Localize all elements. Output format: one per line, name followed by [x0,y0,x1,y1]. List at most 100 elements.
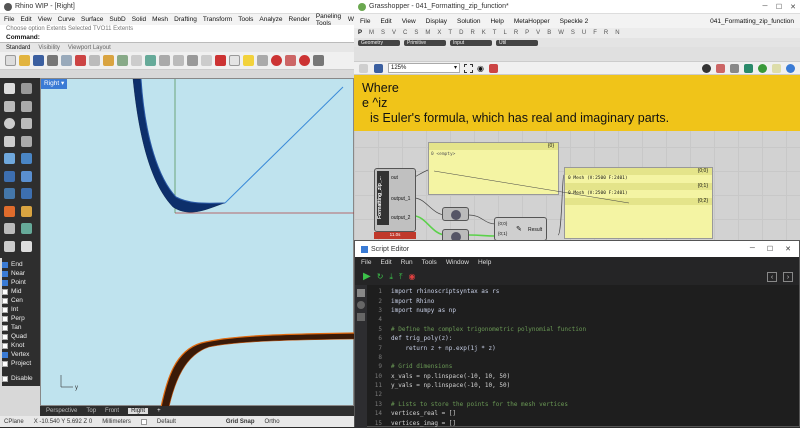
component-tab-11[interactable]: K [482,30,486,36]
output-1[interactable]: output_1 [391,196,410,202]
osnap-item-point[interactable]: Point [2,278,40,287]
menu-item-view[interactable]: View [38,16,52,23]
curve-icon[interactable] [4,153,15,164]
checkbox-checked-icon[interactable] [2,279,8,286]
move-icon[interactable] [4,223,15,234]
menu-item-solid[interactable]: Solid [132,16,146,23]
preview-mesh-icon[interactable] [716,63,725,73]
sphere-icon[interactable] [299,55,310,66]
menu-item-file[interactable]: File [4,16,14,23]
sketch-icon[interactable] [488,63,498,73]
copy-icon[interactable] [89,55,100,66]
osnap-item-tan[interactable]: Tan [2,323,40,332]
checkbox-icon[interactable] [2,333,8,340]
save-file-icon[interactable] [374,63,383,73]
python-script-component[interactable]: Formatting_zip_... out output_1 output_2 [374,168,416,232]
gh-menu-item-edit[interactable]: Edit [380,18,391,25]
checkbox-icon[interactable] [2,306,8,313]
checkbox-icon[interactable] [2,297,8,304]
rotate-view-icon[interactable] [145,55,156,66]
close-icon[interactable]: ✕ [785,245,791,253]
line-icon[interactable] [4,100,15,112]
boolean-icon[interactable] [21,188,32,199]
arc-icon[interactable] [21,118,32,129]
add-viewport-icon[interactable]: + [157,408,161,414]
print-icon[interactable] [47,55,58,66]
mesh-icon[interactable] [4,188,15,199]
component-tab-21[interactable]: F [593,30,597,36]
gumball-icon[interactable] [21,223,32,234]
component-tab-5[interactable]: S [414,30,418,36]
cut-icon[interactable] [75,55,86,66]
component-tab-20[interactable]: U [582,30,586,36]
checkbox-icon[interactable] [2,360,8,367]
output-2[interactable]: output_2 [391,215,410,221]
viewport-tab-right[interactable]: Right [128,408,149,414]
component-tab-23[interactable]: N [615,30,619,36]
osnap-item-int[interactable]: Int [2,305,40,314]
editor-menu-item-run[interactable]: Run [401,259,413,266]
toolbar-tab-viewport-layout[interactable]: Viewport Layout [68,45,111,51]
car-icon[interactable] [215,55,226,66]
transform-icon[interactable] [4,240,15,252]
gh-menu-item-view[interactable]: View [402,18,416,25]
component-tab-10[interactable]: R [470,30,474,36]
editor-menu-item-tools[interactable]: Tools [422,259,437,266]
osnap-item-quad[interactable]: Quad [2,332,40,341]
gh-menu-item-display[interactable]: Display [426,18,447,25]
menu-item-mesh[interactable]: Mesh [152,16,168,23]
circle-icon[interactable] [4,118,15,129]
material-icon[interactable] [271,55,282,66]
component-tab-12[interactable]: T [493,30,497,36]
editor-menu-item-file[interactable]: File [361,259,371,266]
gh-menu-item-metahopper[interactable]: MetaHopper [514,18,550,25]
analyze-icon[interactable] [21,240,32,252]
osnap-item-end[interactable]: End [2,260,40,269]
component-tab-4[interactable]: C [403,30,407,36]
viewport-tab-front[interactable]: Front [105,408,119,414]
properties-icon[interactable] [257,55,268,66]
gh-menu-item-speckle-2[interactable]: Speckle 2 [560,18,589,25]
gh-menu-item-file[interactable]: File [360,18,370,25]
close-icon[interactable]: ✕ [786,3,800,11]
stop-icon[interactable]: ◉ [409,272,416,281]
collapse-left-icon[interactable]: ‹ [767,271,777,282]
step-over-icon[interactable]: ⤓ [389,272,393,282]
preview-color-icon[interactable] [758,63,767,73]
step-into-icon[interactable]: ⤒ [399,272,403,282]
select-arrow-icon[interactable] [4,83,15,94]
surface-icon[interactable] [21,153,32,164]
viewport-tab-perspective[interactable]: Perspective [46,408,77,414]
grid-snap-toggle[interactable]: Grid Snap [226,419,255,425]
menu-item-analyze[interactable]: Analyze [259,16,282,23]
collapse-right-icon[interactable]: › [783,271,793,282]
osnap-item-knot[interactable]: Knot [2,341,40,350]
pan-icon[interactable] [131,55,142,66]
menu-item-transform[interactable]: Transform [203,16,232,23]
minimize-icon[interactable]: ─ [758,3,772,11]
code-area[interactable]: 1 import rhinoscriptsyntax as rs 2 import R… [369,287,799,427]
component-tab-18[interactable]: W [558,30,564,36]
globe-icon[interactable] [786,63,795,73]
checkbox-icon[interactable] [2,342,8,349]
explorer-icon[interactable] [357,289,365,297]
output-out[interactable]: out [391,175,398,181]
viewport-icon[interactable] [201,55,212,66]
editor-menu-item-help[interactable]: Help [478,259,491,266]
osnap-item-perp[interactable]: Perp [2,314,40,323]
selected-only-icon[interactable] [744,63,753,73]
viewport-tab-top[interactable]: Top [86,408,96,414]
open-file-icon[interactable] [359,63,368,73]
fillet-icon[interactable] [21,205,32,217]
checkbox-checked-icon[interactable] [2,261,8,268]
component-tab-14[interactable]: R [514,30,518,36]
osnap-item-near[interactable]: Near [2,269,40,278]
extrude-icon[interactable] [21,170,32,182]
minimize-icon[interactable]: ─ [750,245,755,253]
packages-icon[interactable] [357,313,365,321]
editor-menu-item-edit[interactable]: Edit [380,259,391,266]
rectangle-icon[interactable] [4,135,15,147]
shaded-icon[interactable] [730,63,739,73]
editor-menu-item-window[interactable]: Window [446,259,469,266]
component-tab-17[interactable]: B [547,30,551,36]
